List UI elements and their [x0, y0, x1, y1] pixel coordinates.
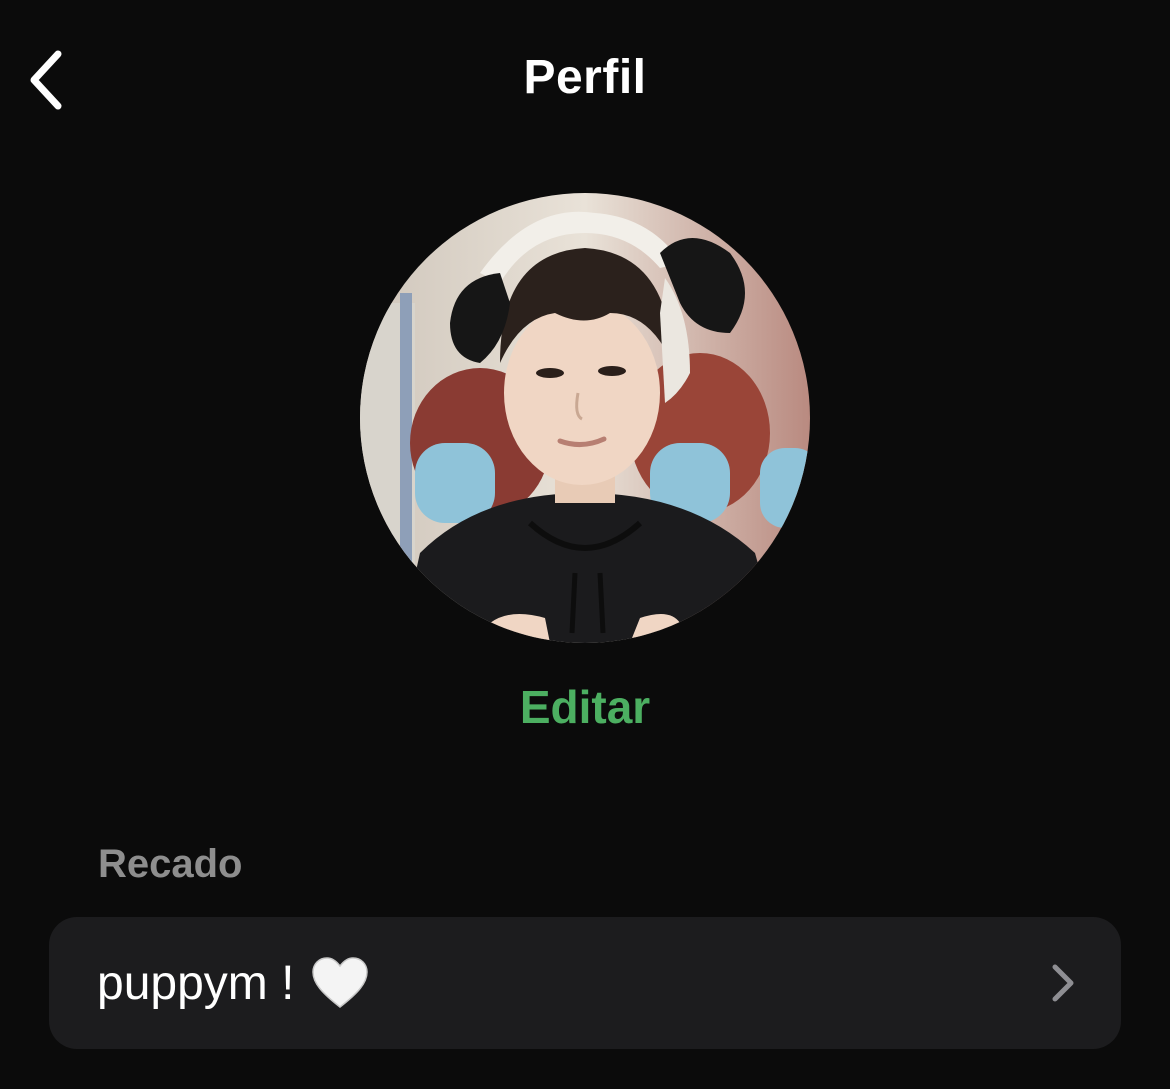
nav-bar: Perfil: [0, 0, 1170, 160]
status-row[interactable]: puppym !: [49, 917, 1121, 1049]
edit-photo-link[interactable]: Editar: [0, 680, 1170, 734]
chevron-right-icon: [1052, 964, 1074, 1002]
white-heart-icon: [312, 957, 369, 1008]
page-title: Perfil: [523, 51, 647, 104]
avatar[interactable]: [360, 193, 810, 643]
status-section-label: Recado: [98, 842, 243, 886]
status-text-container: puppym !: [97, 955, 370, 1011]
status-text: puppym !: [97, 956, 295, 1010]
avatar-photo: [360, 193, 810, 643]
